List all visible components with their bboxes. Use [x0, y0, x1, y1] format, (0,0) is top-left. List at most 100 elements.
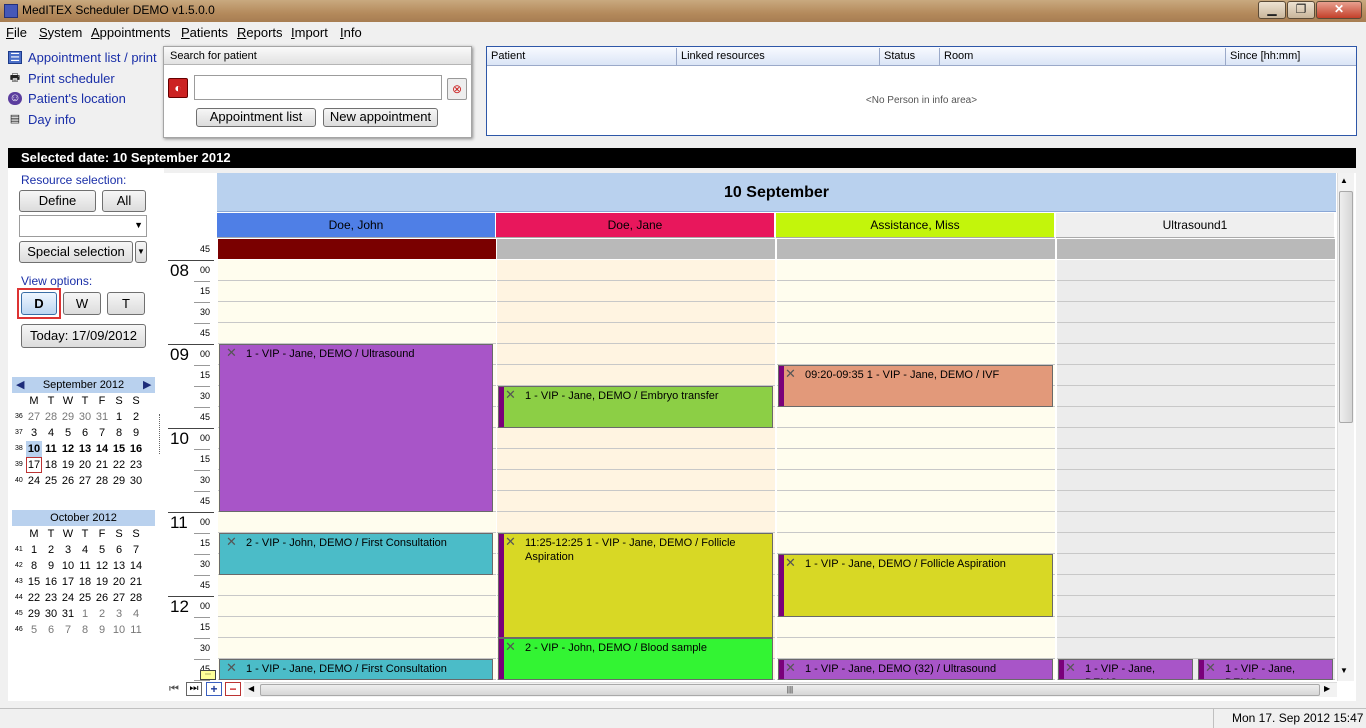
resource-dropdown[interactable]: ▼: [19, 215, 147, 237]
calendar-day[interactable]: 27: [111, 590, 127, 606]
time-slot[interactable]: [777, 533, 1055, 554]
calendar-day[interactable]: 14: [128, 558, 144, 574]
calendar-day[interactable]: 11: [43, 441, 59, 457]
calendar-day[interactable]: 27: [77, 473, 93, 489]
calendar-day[interactable]: 28: [94, 473, 110, 489]
today-button[interactable]: Today: 17/09/2012: [21, 324, 146, 348]
time-slot[interactable]: [497, 281, 775, 302]
time-slot[interactable]: [497, 512, 775, 533]
menu-import[interactable]: Import: [291, 25, 328, 40]
calendar-day[interactable]: 16: [128, 441, 144, 457]
next-month-icon[interactable]: ▶: [143, 378, 151, 391]
last-page-icon[interactable]: ⏭: [186, 682, 202, 696]
calendar-day[interactable]: 29: [26, 606, 42, 622]
column-room[interactable]: Room: [940, 48, 1226, 65]
calendar-day[interactable]: 4: [77, 542, 93, 558]
appointment-block[interactable]: ✕ 1 - VIP - Jane, DEMO / Embryo transfer: [498, 386, 773, 428]
clear-search-icon[interactable]: ⊗: [447, 78, 467, 100]
time-slot[interactable]: [497, 260, 775, 281]
appointment-block[interactable]: ✕ 1 - VIP - Jane, DEMO: [1058, 659, 1193, 680]
calendar-day[interactable]: 18: [77, 574, 93, 590]
calendar-day[interactable]: 1: [26, 542, 42, 558]
day-info-link[interactable]: ▤ Day info: [8, 112, 158, 130]
scroll-left-icon[interactable]: ◀: [248, 684, 254, 693]
calendar-day[interactable]: 4: [128, 606, 144, 622]
appointment-block[interactable]: ✕ 1 - VIP - Jane, DEMO (32) / Ultrasound: [778, 659, 1053, 680]
calendar-splitter[interactable]: [159, 414, 160, 454]
all-button[interactable]: All: [102, 190, 146, 212]
calendar-day[interactable]: 7: [128, 542, 144, 558]
calendar-day[interactable]: 22: [26, 590, 42, 606]
time-slot[interactable]: [1057, 554, 1335, 575]
calendar-day[interactable]: 5: [94, 542, 110, 558]
appointment-block[interactable]: ✕ 11:25-12:25 1 - VIP - Jane, DEMO / Foll…: [498, 533, 773, 638]
time-slot[interactable]: [497, 449, 775, 470]
close-button[interactable]: ✕: [1316, 1, 1362, 19]
resource-header[interactable]: Doe, Jane: [496, 213, 775, 238]
calendar-day[interactable]: 10: [111, 622, 127, 638]
time-slot[interactable]: [1057, 596, 1335, 617]
column-linked-resources[interactable]: Linked resources: [677, 48, 880, 65]
time-slot[interactable]: [1057, 512, 1335, 533]
calendar-day[interactable]: 18: [43, 457, 59, 473]
time-slot[interactable]: [497, 365, 775, 386]
new-appointment-button[interactable]: New appointment: [323, 108, 438, 127]
appointment-block[interactable]: ✕ 1 - VIP - Jane, DEMO / First Consultati…: [219, 659, 493, 680]
calendar-day[interactable]: 30: [77, 409, 93, 425]
time-slot[interactable]: [777, 281, 1055, 302]
time-slot[interactable]: [1057, 386, 1335, 407]
time-slot[interactable]: [497, 491, 775, 512]
calendar-day[interactable]: 21: [128, 574, 144, 590]
scroll-down-icon[interactable]: ▼: [1340, 666, 1348, 675]
calendar-day[interactable]: 27: [26, 409, 42, 425]
calendar-day[interactable]: 31: [94, 409, 110, 425]
calendar-day[interactable]: 9: [128, 425, 144, 441]
time-slot[interactable]: [777, 470, 1055, 491]
calendar-day[interactable]: 19: [60, 457, 76, 473]
time-slot[interactable]: [1057, 407, 1335, 428]
patients-location-link[interactable]: ☺ Patient's location: [8, 91, 158, 109]
calendar-day[interactable]: 30: [128, 473, 144, 489]
appointment-block[interactable]: ✕ 2 - VIP - John, DEMO / First Consultati…: [219, 533, 493, 575]
calendar-day[interactable]: 5: [26, 622, 42, 638]
time-slot[interactable]: [1057, 428, 1335, 449]
horizontal-scroll-thumb[interactable]: |||: [260, 684, 1320, 696]
appointment-block[interactable]: ✕ 1 - VIP - Jane, DEMO / Ultrasound: [219, 344, 493, 512]
time-slot[interactable]: [777, 491, 1055, 512]
time-slot[interactable]: [218, 575, 496, 596]
appointment-block[interactable]: ✕ 09:20-09:35 1 - VIP - Jane, DEMO / IVF: [778, 365, 1053, 407]
time-slot[interactable]: [218, 638, 496, 659]
minimize-button[interactable]: ▁: [1258, 1, 1286, 19]
clock-slider-icon[interactable]: ⋯: [200, 670, 216, 680]
calendar-day[interactable]: 8: [26, 558, 42, 574]
calendar-day[interactable]: 20: [77, 457, 93, 473]
calendar-day[interactable]: 17: [60, 574, 76, 590]
vertical-scroll-thumb[interactable]: [1339, 191, 1353, 423]
time-slot[interactable]: [1057, 491, 1335, 512]
time-slot[interactable]: [777, 617, 1055, 638]
prev-month-icon[interactable]: ◀: [16, 378, 24, 391]
menu-file[interactable]: File: [6, 25, 27, 40]
time-slot[interactable]: [777, 407, 1055, 428]
timeline-view-button[interactable]: T: [107, 292, 145, 315]
calendar-day[interactable]: 2: [43, 542, 59, 558]
calendar-day[interactable]: 24: [26, 473, 42, 489]
calendar-day[interactable]: 21: [94, 457, 110, 473]
time-slot[interactable]: [777, 449, 1055, 470]
calendar-day[interactable]: 19: [94, 574, 110, 590]
calendar-day[interactable]: 15: [111, 441, 127, 457]
calendar-day[interactable]: 11: [128, 622, 144, 638]
time-slot[interactable]: [218, 302, 496, 323]
patient-search-icon[interactable]: ◐: [168, 78, 188, 98]
time-slot[interactable]: [1057, 281, 1335, 302]
time-slot[interactable]: [497, 302, 775, 323]
calendar-day[interactable]: 28: [43, 409, 59, 425]
column-patient[interactable]: Patient: [487, 48, 677, 65]
special-selection-dropdown-icon[interactable]: ▼: [135, 241, 147, 263]
time-slot[interactable]: [1057, 449, 1335, 470]
time-slot[interactable]: [218, 617, 496, 638]
scroll-right-icon[interactable]: ▶: [1324, 684, 1330, 693]
resource-header[interactable]: Doe, John: [217, 213, 496, 238]
time-slot[interactable]: [777, 302, 1055, 323]
resource-header[interactable]: Assistance, Miss: [776, 213, 1055, 238]
